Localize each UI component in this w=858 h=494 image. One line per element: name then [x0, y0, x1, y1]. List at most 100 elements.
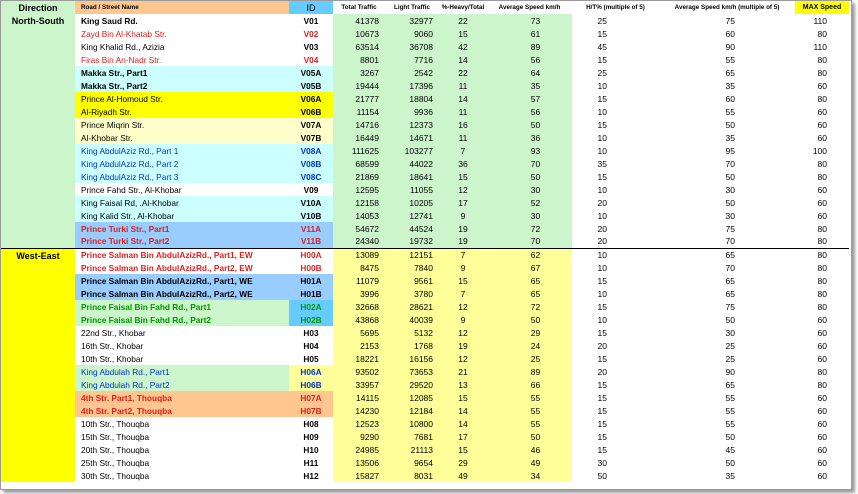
- cell-avg5[interactable]: 50: [659, 196, 795, 209]
- cell-road-name[interactable]: Makka Str., Part2: [75, 79, 289, 92]
- cell-light[interactable]: 5132: [385, 326, 439, 339]
- cell-id[interactable]: V05B: [289, 79, 333, 92]
- cell-speed[interactable]: 65: [487, 274, 572, 287]
- cell-total[interactable]: 21777: [333, 92, 385, 105]
- cell-speed[interactable]: 55: [487, 391, 572, 404]
- cell-id[interactable]: V11A: [289, 222, 333, 235]
- header-speed[interactable]: Average Speed km/h: [487, 1, 572, 14]
- cell-road-name[interactable]: Prince Miqrin Str.: [75, 118, 289, 131]
- cell-total[interactable]: 10673: [333, 27, 385, 40]
- cell-light[interactable]: 12373: [385, 118, 439, 131]
- cell-avg5[interactable]: 90: [659, 40, 795, 53]
- cell-ht[interactable]: 50: [572, 469, 659, 482]
- cell-total[interactable]: 16449: [333, 131, 385, 144]
- cell-max[interactable]: 60: [795, 209, 849, 222]
- cell-max[interactable]: 80: [795, 274, 849, 287]
- cell-light[interactable]: 12085: [385, 391, 439, 404]
- cell-total[interactable]: 14716: [333, 118, 385, 131]
- cell-light[interactable]: 17396: [385, 79, 439, 92]
- cell-total[interactable]: 24340: [333, 235, 385, 248]
- cell-heavy[interactable]: 12: [439, 352, 487, 365]
- cell-id[interactable]: V07A: [289, 118, 333, 131]
- cell-avg5[interactable]: 50: [659, 456, 795, 469]
- cell-max[interactable]: 80: [795, 235, 849, 248]
- cell-heavy[interactable]: 21: [439, 365, 487, 378]
- cell-road-name[interactable]: 4th Str. Part2, Thouqba: [75, 404, 289, 417]
- cell-max[interactable]: 60: [795, 105, 849, 118]
- cell-avg5[interactable]: 50: [659, 313, 795, 326]
- cell-heavy[interactable]: 12: [439, 183, 487, 196]
- cell-light[interactable]: 7840: [385, 261, 439, 274]
- cell-heavy[interactable]: 16: [439, 118, 487, 131]
- cell-id[interactable]: H04: [289, 339, 333, 352]
- cell-avg5[interactable]: 60: [659, 27, 795, 40]
- cell-speed[interactable]: 36: [487, 131, 572, 144]
- cell-light[interactable]: 9654: [385, 456, 439, 469]
- cell-total[interactable]: 32668: [333, 300, 385, 313]
- cell-total[interactable]: 12158: [333, 196, 385, 209]
- cell-light[interactable]: 10800: [385, 417, 439, 430]
- cell-light[interactable]: 7681: [385, 430, 439, 443]
- cell-road-name[interactable]: 4th Str. Part1, Thouqba: [75, 391, 289, 404]
- cell-road-name[interactable]: King Kalid Str., Al-Khobar: [75, 209, 289, 222]
- cell-id[interactable]: V07B: [289, 131, 333, 144]
- direction-cell[interactable]: West-East: [1, 247, 75, 482]
- cell-heavy[interactable]: 15: [439, 170, 487, 183]
- cell-avg5[interactable]: 65: [659, 287, 795, 300]
- cell-max[interactable]: 60: [795, 326, 849, 339]
- cell-avg5[interactable]: 35: [659, 79, 795, 92]
- cell-road-name[interactable]: 10th Str., Thouqba: [75, 417, 289, 430]
- cell-total[interactable]: 93502: [333, 365, 385, 378]
- cell-avg5[interactable]: 75: [659, 300, 795, 313]
- cell-speed[interactable]: 55: [487, 404, 572, 417]
- cell-ht[interactable]: 15: [572, 391, 659, 404]
- cell-speed[interactable]: 25: [487, 352, 572, 365]
- cell-heavy[interactable]: 14: [439, 53, 487, 66]
- cell-speed[interactable]: 65: [487, 287, 572, 300]
- cell-speed[interactable]: 50: [487, 430, 572, 443]
- cell-total[interactable]: 9290: [333, 430, 385, 443]
- cell-heavy[interactable]: 17: [439, 196, 487, 209]
- cell-light[interactable]: 29520: [385, 378, 439, 391]
- cell-light[interactable]: 18641: [385, 170, 439, 183]
- cell-avg5[interactable]: 50: [659, 118, 795, 131]
- cell-heavy[interactable]: 7: [439, 247, 487, 261]
- cell-ht[interactable]: 15: [572, 417, 659, 430]
- cell-max[interactable]: 60: [795, 430, 849, 443]
- cell-avg5[interactable]: 70: [659, 261, 795, 274]
- cell-avg5[interactable]: 70: [659, 235, 795, 248]
- cell-road-name[interactable]: Prince Turki Str., Part1: [75, 222, 289, 235]
- cell-ht[interactable]: 10: [572, 261, 659, 274]
- cell-total[interactable]: 33957: [333, 378, 385, 391]
- cell-total[interactable]: 3267: [333, 66, 385, 79]
- cell-id[interactable]: V08C: [289, 170, 333, 183]
- cell-id[interactable]: H08: [289, 417, 333, 430]
- cell-avg5[interactable]: 55: [659, 53, 795, 66]
- cell-speed[interactable]: 35: [487, 79, 572, 92]
- cell-light[interactable]: 73653: [385, 365, 439, 378]
- cell-id[interactable]: H07B: [289, 404, 333, 417]
- cell-ht[interactable]: 20: [572, 235, 659, 248]
- cell-total[interactable]: 11154: [333, 105, 385, 118]
- cell-ht[interactable]: 10: [572, 144, 659, 157]
- cell-max[interactable]: 80: [795, 157, 849, 170]
- cell-road-name[interactable]: King AbdulAziz Rd., Part 3: [75, 170, 289, 183]
- cell-id[interactable]: V06A: [289, 92, 333, 105]
- cell-road-name[interactable]: King Abdulah Rd., Part1: [75, 365, 289, 378]
- cell-max[interactable]: 60: [795, 313, 849, 326]
- cell-max[interactable]: 60: [795, 352, 849, 365]
- cell-speed[interactable]: 52: [487, 196, 572, 209]
- cell-light[interactable]: 32977: [385, 14, 439, 27]
- cell-max[interactable]: 60: [795, 118, 849, 131]
- cell-avg5[interactable]: 55: [659, 404, 795, 417]
- cell-speed[interactable]: 93: [487, 144, 572, 157]
- cell-id[interactable]: H00B: [289, 261, 333, 274]
- cell-avg5[interactable]: 70: [659, 157, 795, 170]
- header-direction[interactable]: Direction: [1, 1, 75, 14]
- cell-road-name[interactable]: Zayd Bin Al-Khatab Str.: [75, 27, 289, 40]
- cell-max[interactable]: 100: [795, 144, 849, 157]
- cell-light[interactable]: 16156: [385, 352, 439, 365]
- cell-ht[interactable]: 15: [572, 92, 659, 105]
- cell-light[interactable]: 9936: [385, 105, 439, 118]
- cell-light[interactable]: 11055: [385, 183, 439, 196]
